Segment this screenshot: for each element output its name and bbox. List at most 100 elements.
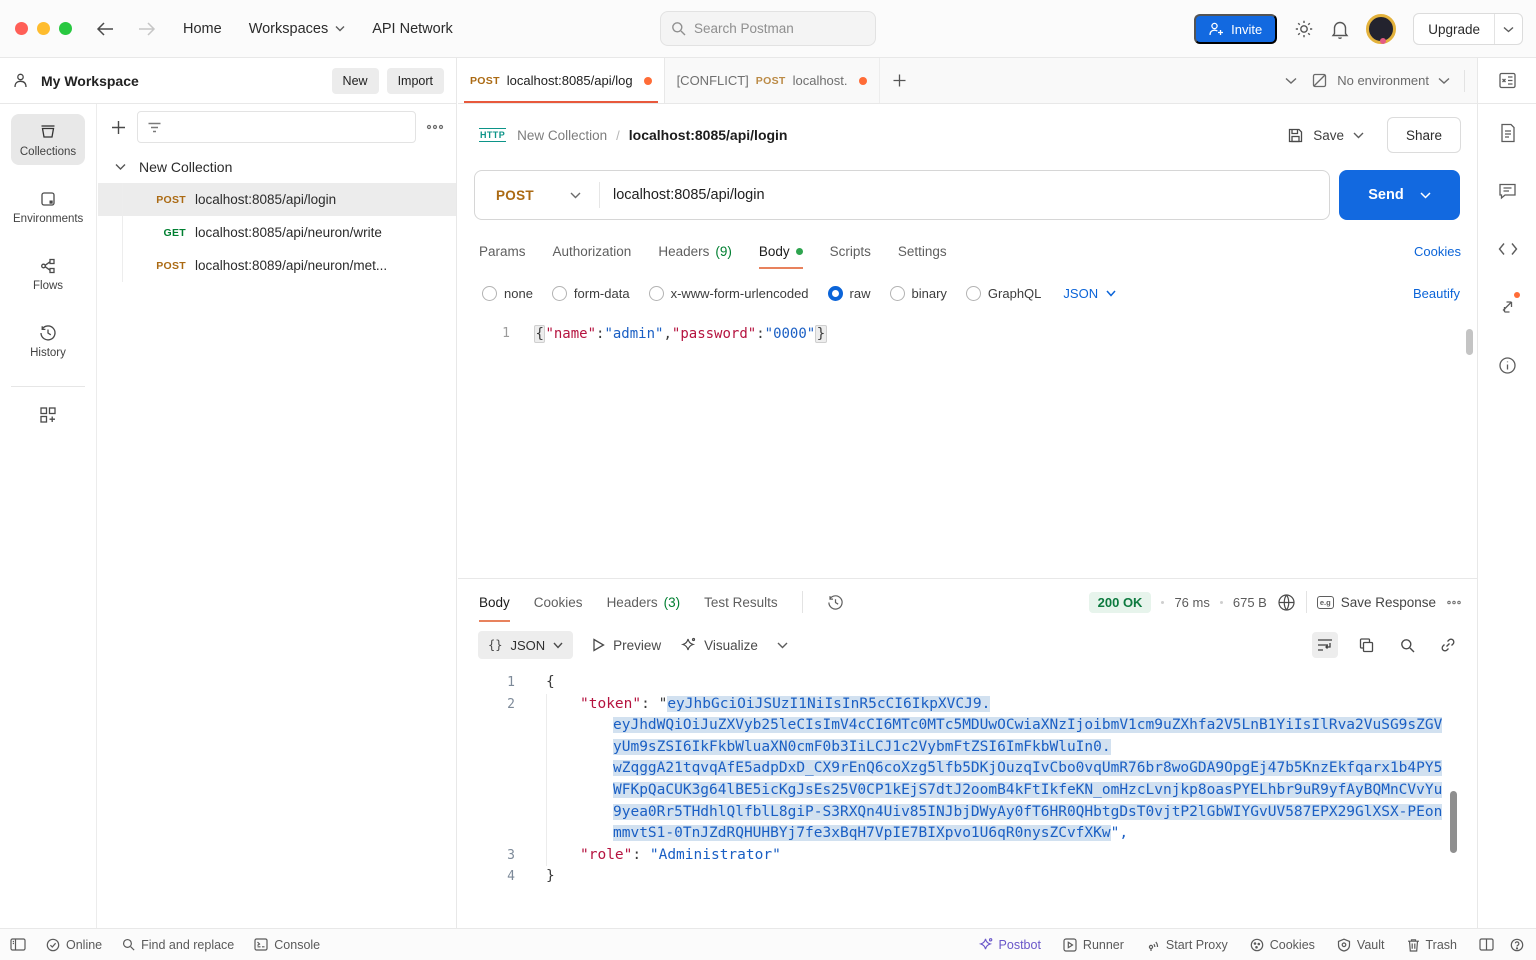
tab-list-chevron-icon[interactable] [1285,77,1297,85]
share-button[interactable]: Share [1387,117,1461,153]
upgrade-menu-button[interactable] [1494,14,1522,44]
info-icon[interactable] [1478,336,1536,394]
workspace-switcher[interactable]: My Workspace [12,72,139,89]
response-tab-cookies[interactable]: Cookies [534,579,583,625]
save-button[interactable]: Save [1313,128,1344,143]
notifications-bell-icon[interactable] [1331,19,1349,39]
method-selector[interactable]: POST [475,188,599,203]
raw-language-selector[interactable]: JSON [1063,286,1116,301]
vault-button[interactable]: Vault [1337,938,1385,952]
request-row-login[interactable]: POST localhost:8085/api/login [98,183,456,216]
visualize-button[interactable]: Visualize [680,637,758,653]
new-tab-icon[interactable] [880,58,920,103]
filter-collections-input[interactable] [137,111,416,143]
start-proxy-button[interactable]: Start Proxy [1146,938,1228,952]
forward-icon[interactable] [138,21,156,37]
invite-button[interactable]: Invite [1194,14,1277,44]
request-body-editor[interactable]: 1 {"name":"admin","password":"0000"} [458,323,1477,587]
response-body-viewer[interactable]: 1 { 2 "token": "eyJhbGciOiJSUzI1NiIsInR5… [458,665,1477,928]
help-icon[interactable] [1510,938,1524,952]
online-status[interactable]: Online [46,938,102,952]
editor-scrollbar[interactable] [1466,329,1473,569]
network-globe-icon[interactable] [1277,593,1296,612]
copy-icon[interactable] [1353,632,1379,658]
find-and-replace[interactable]: Find and replace [122,938,234,952]
trash-button[interactable]: Trash [1407,938,1458,952]
nav-home[interactable]: Home [183,21,222,37]
response-format-selector[interactable]: {} JSON [478,631,573,659]
tab-authorization[interactable]: Authorization [553,230,632,272]
search-input[interactable] [694,21,844,36]
mode-form-data[interactable]: form-data [552,286,630,301]
runner-button[interactable]: Runner [1063,938,1124,952]
console-button[interactable]: Console [254,938,320,952]
beautify-link[interactable]: Beautify [1413,286,1460,301]
request-row-neuron-write[interactable]: GET localhost:8085/api/neuron/write [98,216,456,249]
save-response-button[interactable]: e.g Save Response [1317,595,1436,610]
tab-headers[interactable]: Headers (9) [658,230,732,272]
tab-settings[interactable]: Settings [898,230,947,272]
avatar[interactable] [1366,14,1396,44]
send-options-chevron-icon[interactable] [1420,192,1431,199]
add-collection-icon[interactable] [110,119,127,136]
postbot-button[interactable]: Postbot [978,937,1041,952]
sidebar-item-flows[interactable]: Flows [11,248,85,299]
sidebar-item-history[interactable]: History [11,315,85,366]
response-scrollbar[interactable] [1450,791,1457,853]
breadcrumb-request-name[interactable]: localhost:8085/api/login [629,127,788,143]
upgrade-button[interactable]: Upgrade [1414,14,1494,44]
response-history-icon[interactable] [827,594,844,611]
link-icon[interactable] [1435,632,1461,658]
tab-conflict-request[interactable]: [CONFLICT] POST localhost. [665,58,880,103]
sidebar-item-collections[interactable]: Collections [11,114,85,165]
documentation-icon[interactable] [1478,104,1536,162]
status-badge[interactable]: 200 OK [1089,592,1152,613]
mode-none[interactable]: none [482,286,533,301]
collections-more-icon[interactable] [426,124,444,130]
chevron-down-icon[interactable] [777,642,788,649]
nav-workspaces[interactable]: Workspaces [249,21,346,37]
tab-login-request[interactable]: POST localhost:8085/api/log [458,58,665,103]
changes-sync-icon[interactable] [1478,278,1536,336]
response-tab-headers[interactable]: Headers (3) [607,579,681,625]
environment-quick-look-icon[interactable] [1498,72,1517,89]
mode-binary[interactable]: binary [890,286,947,301]
search-response-icon[interactable] [1394,632,1420,658]
send-button[interactable]: Send [1339,170,1460,220]
response-tab-body[interactable]: Body [479,579,510,625]
sidebar-item-environments[interactable]: Environments [11,181,85,232]
mode-raw[interactable]: raw [828,286,871,301]
response-size[interactable]: 675 B [1233,595,1267,610]
response-time[interactable]: 76 ms [1174,595,1209,610]
minimize-window-button[interactable] [37,22,50,35]
breadcrumb-collection[interactable]: New Collection [517,128,607,143]
new-button[interactable]: New [332,68,379,94]
environment-selector[interactable]: No environment [1311,72,1450,89]
split-pane-icon[interactable] [1479,938,1494,951]
import-button[interactable]: Import [387,68,444,94]
back-icon[interactable] [96,21,114,37]
response-more-icon[interactable] [1446,600,1462,605]
response-tab-test-results[interactable]: Test Results [704,579,778,625]
settings-gear-icon[interactable] [1294,19,1314,39]
tab-params[interactable]: Params [479,230,526,272]
toggle-sidebar-icon[interactable] [10,938,26,951]
mode-graphql[interactable]: GraphQL [966,286,1041,301]
mode-urlencoded[interactable]: x-www-form-urlencoded [649,286,809,301]
nav-api-network[interactable]: API Network [372,21,453,37]
collection-row[interactable]: New Collection [98,150,456,183]
request-row-neuron-met[interactable]: POST localhost:8089/api/neuron/met... [98,249,456,282]
maximize-window-button[interactable] [59,22,72,35]
url-input[interactable] [613,187,1329,203]
preview-button[interactable]: Preview [592,638,661,653]
tab-body[interactable]: Body [759,230,803,272]
global-search[interactable] [660,11,876,46]
code-snippet-icon[interactable] [1478,220,1536,278]
cookies-link[interactable]: Cookies [1414,244,1461,259]
wrap-lines-icon[interactable] [1312,632,1338,658]
close-window-button[interactable] [15,22,28,35]
tab-scripts[interactable]: Scripts [830,230,871,272]
comments-icon[interactable] [1478,162,1536,220]
configure-sidebar-icon[interactable] [38,405,58,425]
cookies-button[interactable]: Cookies [1250,938,1315,952]
